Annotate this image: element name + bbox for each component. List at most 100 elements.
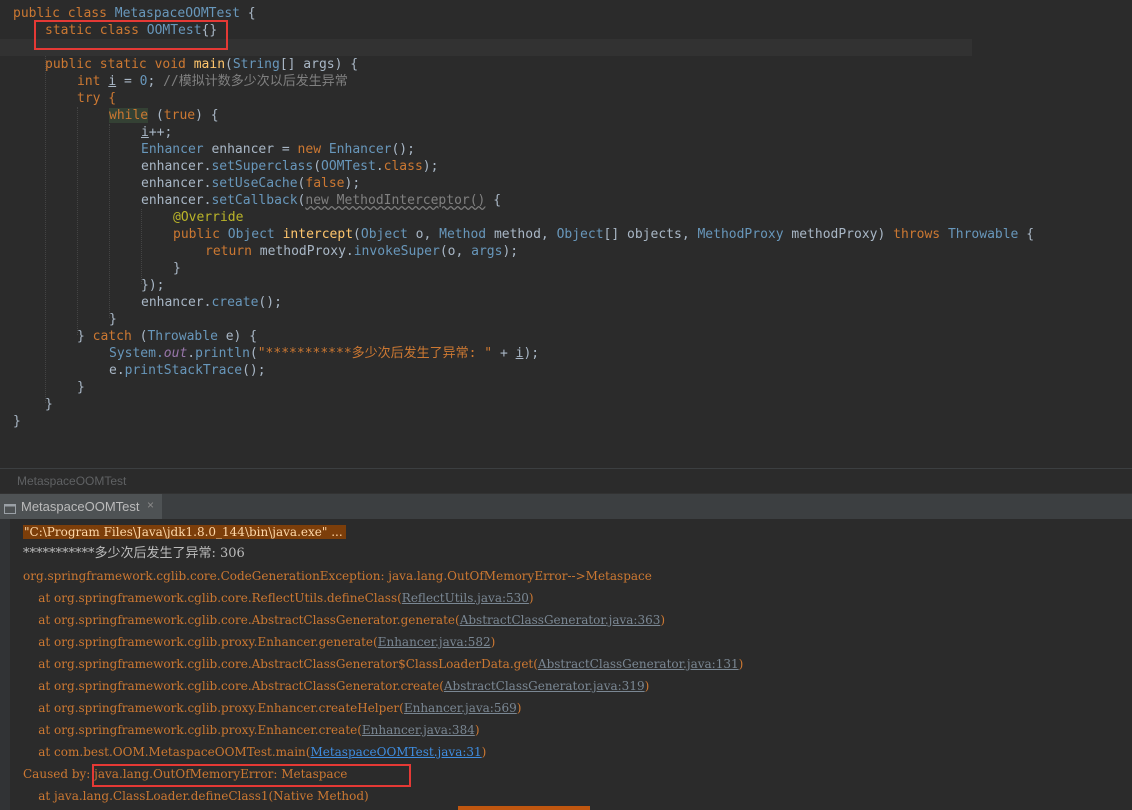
- breadcrumb[interactable]: MetaspaceOOMTest: [0, 469, 1132, 493]
- stack-frame-end: ): [528, 591, 534, 605]
- code-editor[interactable]: public class MetaspaceOOMTest { static c…: [0, 0, 1132, 468]
- console-output-line: ***********多少次后发生了异常: 306: [23, 545, 245, 563]
- java-command: "C:\Program Files\Java\jdk1.8.0_144\bin\…: [23, 525, 346, 539]
- code-line-4[interactable]: public static void main(String[] args) {: [45, 56, 358, 73]
- code-line-7[interactable]: while (true) {: [109, 107, 219, 124]
- stack-frame-end: ): [738, 657, 744, 671]
- code-line-12[interactable]: enhancer.setCallback(new MethodIntercept…: [141, 192, 501, 209]
- stack-frame-text: at org.springframework.cglib.core.Abstra…: [23, 613, 460, 627]
- token: );: [502, 244, 519, 259]
- token: Object: [360, 227, 408, 242]
- token: i: [108, 74, 117, 89]
- code-line-5[interactable]: int i = 0; //模拟计数多少次以后发生异常: [77, 73, 348, 90]
- token: main: [193, 57, 226, 72]
- source-link[interactable]: AbstractClassGenerator.java:131: [538, 657, 739, 671]
- token: while: [109, 108, 149, 123]
- token: enhancer.: [141, 295, 212, 310]
- indent-guide: [45, 56, 46, 403]
- code-line-9[interactable]: Enhancer enhancer = new Enhancer();: [141, 141, 415, 158]
- source-link[interactable]: MetaspaceOOMTest.java:31: [310, 745, 481, 759]
- code-line-10[interactable]: enhancer.setSuperclass(OOMTest.class);: [141, 158, 438, 175]
- token: ;: [147, 74, 164, 89]
- token: throws: [893, 227, 948, 242]
- code-line-18[interactable]: enhancer.create();: [141, 294, 282, 311]
- source-link[interactable]: Enhancer.java:569: [404, 701, 517, 715]
- token: try {: [77, 91, 117, 106]
- token: public static void: [45, 57, 194, 72]
- token: Method: [439, 227, 487, 242]
- stack-frame: at java.lang.ClassLoader.defineClass1(Na…: [23, 787, 368, 805]
- stack-frame: at org.springframework.cglib.core.Abstra…: [23, 655, 743, 673]
- token: }: [45, 397, 53, 412]
- indent-guide: [141, 209, 142, 284]
- token: (: [353, 227, 361, 242]
- code-line-21[interactable]: System.out.println("***********多少次后发生了异常…: [109, 345, 539, 362]
- stack-frame: at org.springframework.cglib.proxy.Enhan…: [23, 721, 480, 739]
- code-line-11[interactable]: enhancer.setUseCache(false);: [141, 175, 360, 192]
- code-line-6[interactable]: try {: [77, 90, 116, 107]
- token: catch: [92, 329, 140, 344]
- indent-guide: [77, 107, 78, 335]
- token: new MethodInterceptor(): [305, 193, 486, 208]
- code-line-25[interactable]: }: [13, 413, 21, 430]
- token: (: [249, 346, 258, 361]
- exception-count-output: ***********多少次后发生了异常: 306: [23, 546, 245, 561]
- source-link[interactable]: AbstractClassGenerator.java:363: [460, 613, 661, 627]
- code-line-14[interactable]: public Object intercept(Object o, Method…: [173, 226, 1034, 243]
- token: +: [492, 346, 516, 361]
- source-link[interactable]: Enhancer.java:384: [362, 723, 475, 737]
- token: ();: [258, 295, 282, 310]
- stack-frame-text: at org.springframework.cglib.proxy.Enhan…: [23, 723, 362, 737]
- token: Throwable: [147, 329, 218, 344]
- horizontal-scroll-thumb[interactable]: [458, 806, 590, 810]
- token: });: [141, 278, 165, 293]
- stack-frame-end: ): [474, 723, 480, 737]
- annotation-red-box-static-class: [34, 20, 228, 50]
- token: enhancer =: [203, 142, 298, 157]
- console-icon: [4, 500, 16, 514]
- token: methodProxy): [783, 227, 894, 242]
- annotation: @Override: [173, 210, 244, 225]
- stack-frame-end: ): [481, 745, 487, 759]
- code-line-17[interactable]: });: [141, 277, 164, 294]
- code-line-20[interactable]: } catch (Throwable e) {: [77, 328, 257, 345]
- token: }: [13, 414, 21, 429]
- run-console[interactable]: "C:\Program Files\Java\jdk1.8.0_144\bin\…: [0, 519, 1132, 810]
- token: ++;: [148, 125, 173, 140]
- token: setCallback: [211, 193, 298, 208]
- code-line-8[interactable]: i++;: [141, 124, 172, 141]
- code-line-23[interactable]: }: [77, 379, 85, 396]
- token: invokeSuper: [353, 244, 440, 259]
- tab-label: MetaspaceOOMTest: [21, 499, 140, 514]
- code-line-16[interactable]: }: [173, 260, 181, 277]
- token: Enhancer: [141, 142, 204, 157]
- code-line-15[interactable]: return methodProxy.invokeSuper(o, args);: [205, 243, 518, 260]
- editor-left-gutter: [0, 0, 12, 468]
- code-line-22[interactable]: e.printStackTrace();: [109, 362, 266, 379]
- code-line-19[interactable]: }: [109, 311, 117, 328]
- token: new: [297, 142, 329, 157]
- token: );: [523, 346, 540, 361]
- token: setUseCache: [211, 176, 298, 191]
- close-icon[interactable]: ×: [147, 498, 154, 512]
- tab-metaspaceoomtest[interactable]: MetaspaceOOMTest ×: [0, 494, 162, 520]
- source-link[interactable]: ReflectUtils.java:530: [402, 591, 529, 605]
- token: =: [116, 74, 140, 89]
- token: (: [225, 57, 233, 72]
- breadcrumb-class[interactable]: MetaspaceOOMTest: [17, 474, 126, 488]
- comment: //模拟计数多少次以后发生异常: [163, 74, 348, 89]
- token: false: [305, 176, 345, 191]
- token: e.: [109, 363, 125, 378]
- token: Object: [556, 227, 604, 242]
- stack-frame-text: at org.springframework.cglib.proxy.Enhan…: [23, 635, 378, 649]
- token: Object: [227, 227, 283, 242]
- token: public class: [13, 6, 115, 21]
- console-gutter: [0, 519, 10, 810]
- code-line-24[interactable]: }: [45, 396, 53, 413]
- code-line-13[interactable]: @Override: [173, 209, 243, 226]
- source-link[interactable]: AbstractClassGenerator.java:319: [444, 679, 645, 693]
- token: }: [173, 261, 181, 276]
- token: .: [375, 159, 384, 174]
- source-link[interactable]: Enhancer.java:582: [378, 635, 491, 649]
- token: println: [195, 346, 250, 361]
